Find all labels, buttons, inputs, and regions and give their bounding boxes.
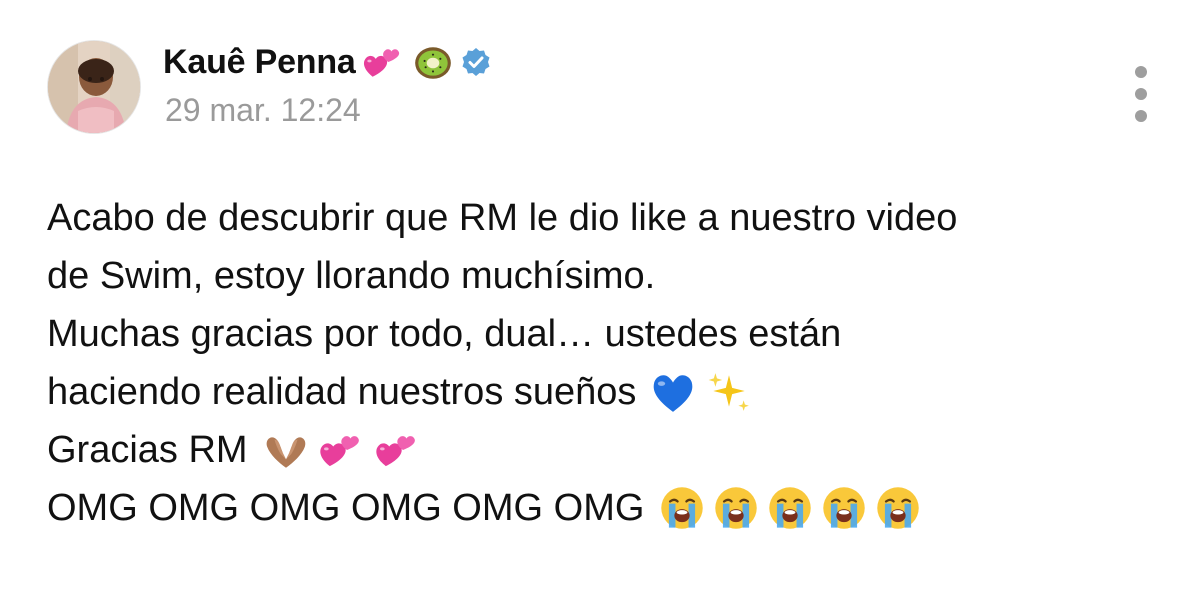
ellipsis-dot <box>1135 88 1147 100</box>
vertical-ellipsis-icon <box>1135 66 1147 78</box>
post-body-text: Gracias RM <box>47 429 248 471</box>
avatar[interactable] <box>47 40 141 134</box>
post-body: Acabo de descubrir que RM le dio like a … <box>47 189 1167 537</box>
post-body-line: haciendo realidad nuestros sueños <box>47 363 1167 421</box>
post-body-text: Acabo de descubrir que RM le dio like a … <box>47 197 958 239</box>
post-body-text: de Swim, estoy llorando muchísimo. <box>47 255 656 297</box>
kiwi-emoji <box>412 41 454 83</box>
blue-heart-emoji <box>650 370 696 414</box>
author-row: Kauê Penna <box>163 36 492 88</box>
post-timestamp[interactable]: 29 mar. 12:24 <box>165 92 361 129</box>
post-body-text: haciendo realidad nuestros sueños <box>47 371 637 413</box>
sparkles-emoji <box>706 369 752 415</box>
author-name[interactable]: Kauê Penna <box>163 43 356 82</box>
crying-face-emoji <box>820 484 868 532</box>
two-hearts-emoji <box>372 427 418 473</box>
two-hearts-emoji <box>316 427 362 473</box>
two-hearts-emoji <box>360 41 402 83</box>
post-body-line: OMG OMG OMG OMG OMG OMG <box>47 479 1167 537</box>
ellipsis-dot <box>1135 110 1147 122</box>
crying-face-emoji <box>658 484 706 532</box>
crying-face-emoji <box>712 484 760 532</box>
post-body-line: Muchas gracias por todo, dual… ustedes e… <box>47 305 1167 363</box>
avatar-image <box>48 41 140 133</box>
post-body-line: de Swim, estoy llorando muchísimo. <box>47 247 1167 305</box>
crying-face-emoji <box>766 484 814 532</box>
more-options-button[interactable] <box>1126 62 1156 126</box>
verified-badge-icon <box>460 46 492 78</box>
crying-face-emoji <box>874 484 922 532</box>
post-body-text: OMG OMG OMG OMG OMG OMG <box>47 487 645 529</box>
post-body-line: Gracias RM <box>47 421 1167 479</box>
post-body-line: Acabo de descubrir que RM le dio like a … <box>47 189 1167 247</box>
post-card: Kauê Penna 29 mar. 12:24 Acabo de descub… <box>0 0 1200 599</box>
heart-hands-emoji <box>262 428 310 472</box>
post-body-text: Muchas gracias por todo, dual… ustedes e… <box>47 313 842 355</box>
